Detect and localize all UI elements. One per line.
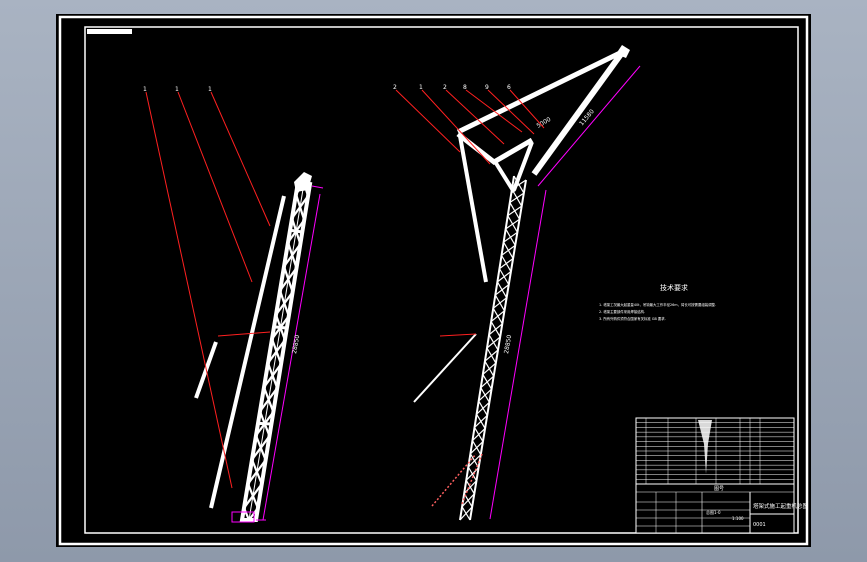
balloon-label: 1 [143,86,147,93]
balloon-label: 2 [393,84,397,91]
title-block-drawing-no: 总图1-0 [706,509,721,515]
title-block-sheet-number: 0001 [753,522,766,528]
right-a-frame [456,132,534,166]
left-dimension-label: 28850 [291,334,301,354]
balloon-label: 1 [208,86,212,93]
balloon-label: 8 [463,84,467,91]
notes-line: 2. 塔架主要部件采用焊接结构. [599,309,645,314]
right-balloon-group: 2 1 2 8 9 6 [393,84,545,165]
left-leader-horizontal [217,331,271,337]
right-mast-dimension-label: 28850 [503,334,513,354]
balloon-label: 6 [507,84,511,91]
right-back-strut [458,135,488,283]
balloon-label: 2 [443,84,447,91]
right-view-crane: 28850 11580 5000 [413,45,641,521]
drawing-sheet: 28850 1 1 1 28850 11580 5000 2 1 2 8 9 6… [56,14,811,547]
left-balloon-group: 1 1 1 [143,86,271,489]
title-block-scale: 1:100 [732,516,744,521]
balloon-label: 9 [485,84,489,91]
notes-heading: 技术要求 [660,283,688,292]
right-cable [413,333,477,403]
balloon-label: 1 [175,86,179,93]
title-block: 图号 塔架式施工起重机总图 总图1-0 1:100 0001 [635,417,809,534]
left-view-tower: 28850 [194,172,324,523]
title-block-sheet-label: 图号 [714,486,724,492]
balloon-label: 1 [419,84,423,91]
notes-line: 3. 所有外购件须符合国家有关标准 GB 要求. [599,316,666,321]
technical-notes: 技术要求 1. 塔架工况最大起重量40t，吊钩最大工作半径26m，臂长可按需要组… [599,283,716,321]
right-boom [531,48,627,176]
cad-drawing-canvas[interactable]: 28850 1 1 1 28850 11580 5000 2 1 2 8 9 6… [56,14,811,547]
notes-line: 1. 塔架工况最大起重量40t，吊钩最大工作半径26m，臂长可按需要组装调整. [599,302,716,307]
title-block-title: 塔架式施工起重机总图 [753,502,809,510]
drawing-code-box [87,29,132,34]
right-mast-dimension-line [489,189,547,520]
